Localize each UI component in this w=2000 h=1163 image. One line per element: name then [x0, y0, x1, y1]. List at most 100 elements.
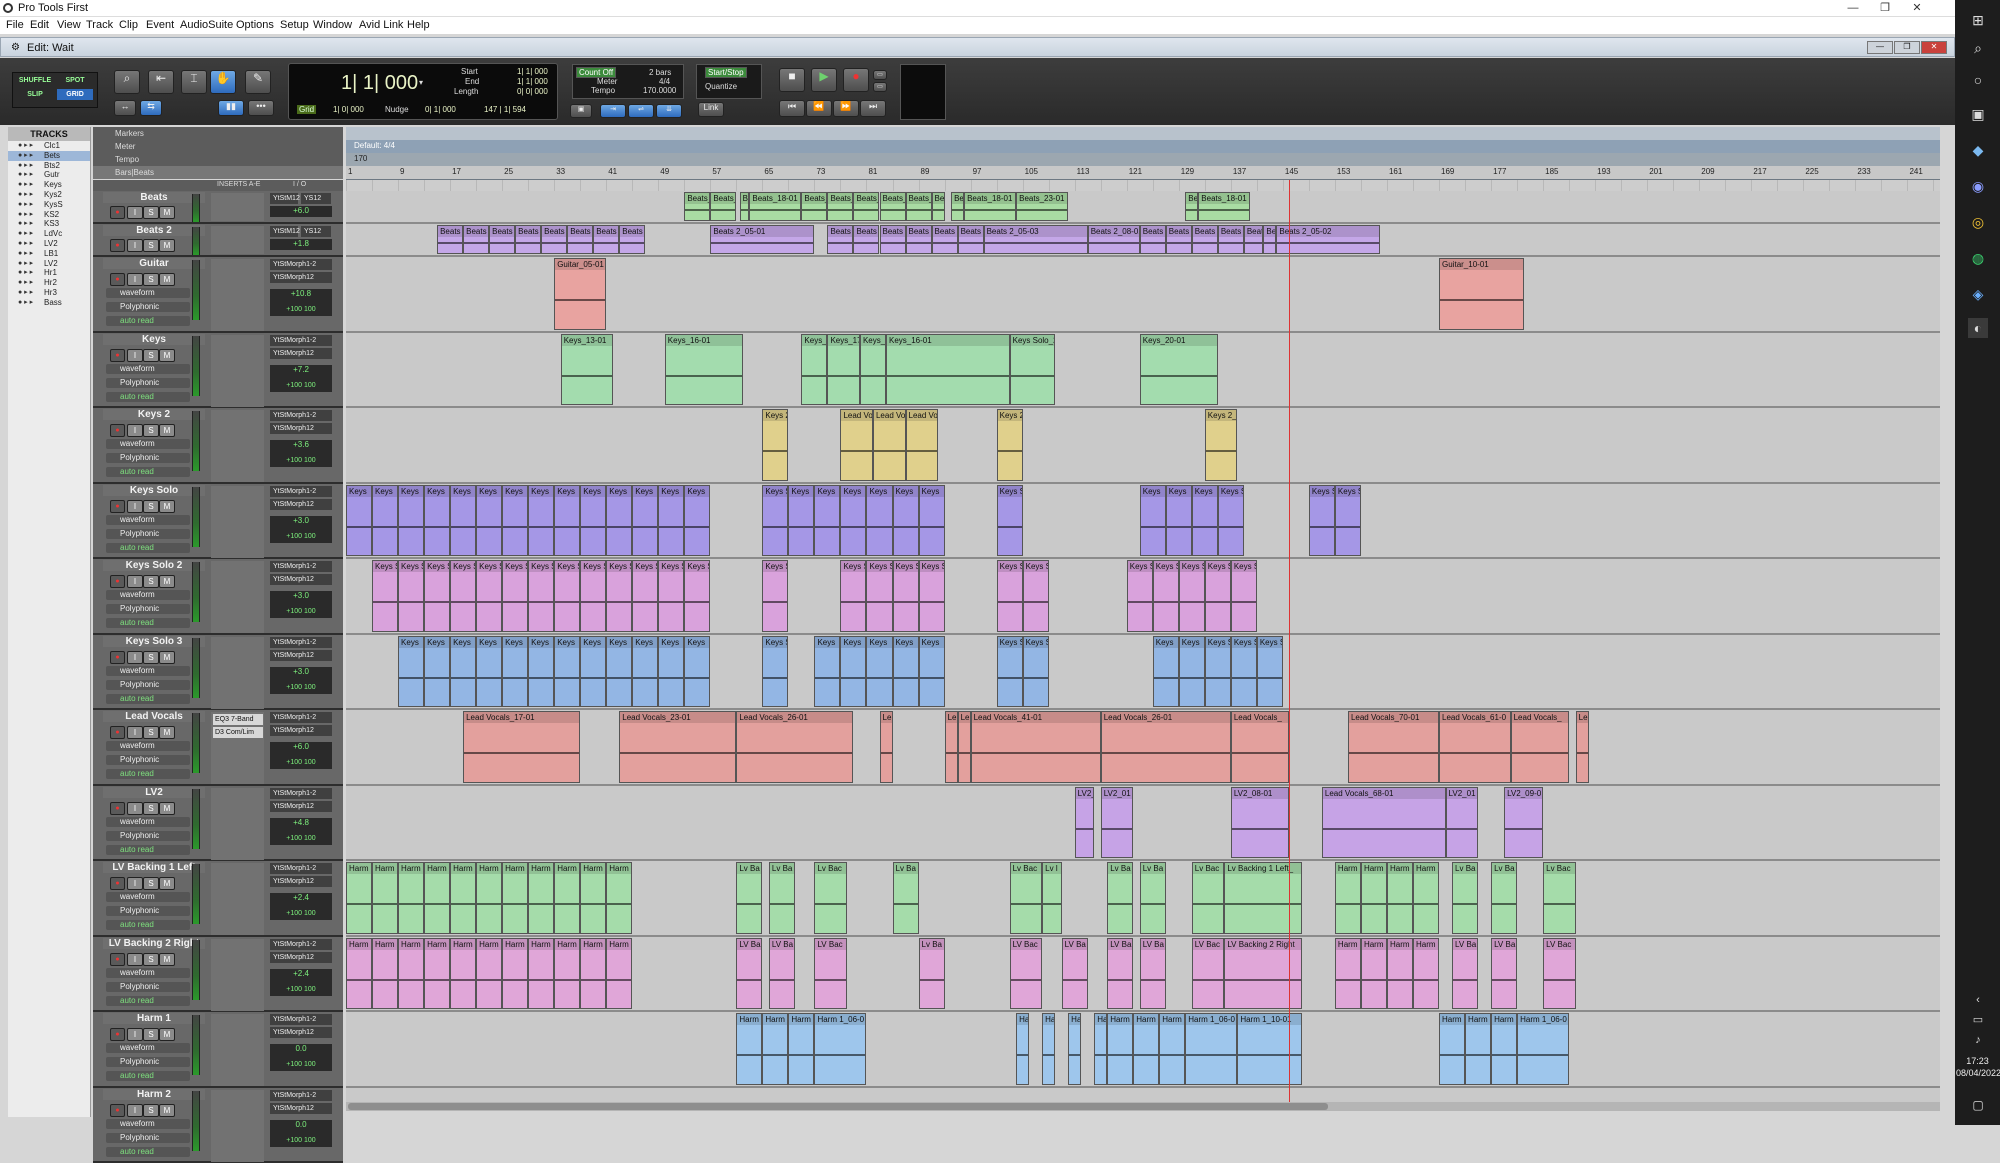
clip[interactable]: Harm	[1361, 862, 1387, 934]
track-list-toggle-icon[interactable]: ● ▸ ▸	[18, 229, 33, 239]
input-selector[interactable]: YtStMorph1-2	[270, 1090, 332, 1101]
clip[interactable]: Keys	[658, 636, 684, 708]
clip[interactable]: Keys	[476, 636, 502, 708]
voice-selector[interactable]: Polyphonic	[106, 529, 190, 539]
grid-mode-button[interactable]: GRID	[57, 89, 93, 100]
restore-button[interactable]: ❐	[1870, 0, 1900, 16]
clip[interactable]: Harm	[1335, 862, 1361, 934]
avid-link-icon[interactable]: ◈	[1968, 284, 1988, 304]
clip[interactable]: Keys	[554, 636, 580, 708]
output-selector[interactable]: YS12	[301, 226, 331, 237]
pan-readout[interactable]: +100 100	[270, 834, 332, 845]
record-enable-button[interactable]: ●	[110, 273, 125, 286]
inserts-slot[interactable]	[211, 1090, 264, 1162]
clip[interactable]: Keys Solo 2	[580, 560, 606, 632]
clip[interactable]: Lv Ba	[1140, 862, 1166, 934]
quantize-label[interactable]: Quantize	[705, 82, 737, 91]
clip[interactable]: Keys Solo 2	[684, 560, 710, 632]
zoom-preset-icon[interactable]: ▮▮	[218, 100, 244, 116]
input-monitor-button[interactable]: I	[127, 273, 143, 286]
solo-button[interactable]: S	[143, 802, 159, 815]
clip[interactable]: Lv Bac	[1543, 862, 1576, 934]
clip[interactable]: Lead Vocals_61-0	[1439, 711, 1511, 783]
clip[interactable]: Keys Solo 2	[424, 560, 450, 632]
solo-button[interactable]: S	[143, 651, 159, 664]
clip[interactable]: Harm	[606, 938, 632, 1010]
clip[interactable]: Lead Vocals	[840, 409, 873, 481]
tempo-marker[interactable]: 170	[354, 154, 367, 163]
automation-mode-selector[interactable]: auto read	[106, 920, 190, 930]
solo-button[interactable]: S	[143, 877, 159, 890]
track-name[interactable]: LV Backing 2 Right	[103, 938, 205, 949]
clip[interactable]: Harm	[450, 862, 476, 934]
clip[interactable]: Keys Solo 3_2	[1023, 636, 1049, 708]
view-toggle-icon[interactable]: ▣	[570, 104, 592, 118]
track-list-item[interactable]: ● ▸ ▸Hr2	[8, 278, 90, 288]
clip[interactable]: Harm	[424, 938, 450, 1010]
solo-button[interactable]: S	[143, 1028, 159, 1041]
automation-mode-selector[interactable]: auto read	[106, 1071, 190, 1081]
clip[interactable]: Beats_14-01	[710, 192, 736, 221]
track-list-item[interactable]: ● ▸ ▸Clc1	[8, 141, 90, 151]
record-enable-button[interactable]: ●	[110, 1028, 125, 1041]
stop-button[interactable]: ■	[779, 68, 805, 92]
input-selector[interactable]: YtStMorph1-2	[270, 410, 332, 421]
input-monitor-button[interactable]: I	[127, 877, 143, 890]
track-header[interactable]: Beats 2●ISMYtStM12YS12+1.8	[93, 224, 343, 257]
clip[interactable]: Keys Solo 2	[398, 560, 424, 632]
clip[interactable]: Harm	[1465, 1013, 1491, 1085]
clip[interactable]: Beats_20-01	[932, 192, 945, 221]
clip[interactable]: Bea	[1263, 225, 1276, 254]
track-list-item[interactable]: ● ▸ ▸LV2	[8, 239, 90, 249]
track-name[interactable]: Keys Solo 3	[103, 636, 205, 647]
trim-tool-icon[interactable]: ⇤	[148, 70, 174, 94]
clip[interactable]: LV2_01	[1101, 787, 1134, 859]
go-to-end-icon[interactable]: ⏭	[860, 100, 886, 117]
track-lane[interactable]: HarmHarmHarmHarmHarmHarmHarmHarmHarmHarm…	[346, 937, 1940, 1013]
pro-tools-taskbar-icon[interactable]: ◐	[1968, 318, 1988, 338]
mute-button[interactable]: M	[159, 877, 175, 890]
selector-tool-icon[interactable]: ⌶	[181, 70, 207, 94]
output-selector[interactable]: YtStMorph12	[270, 650, 332, 661]
input-selector[interactable]: YtStMorph1-2	[270, 259, 332, 270]
automation-mode-selector[interactable]: auto read	[106, 316, 190, 326]
input-monitor-button[interactable]: I	[127, 500, 143, 513]
clip[interactable]: Keys	[814, 485, 840, 557]
track-list-toggle-icon[interactable]: ● ▸ ▸	[18, 210, 33, 220]
clip[interactable]: Beats	[958, 225, 984, 254]
clip[interactable]: Keys_17-01	[801, 334, 827, 406]
record-enable-button[interactable]: ●	[110, 651, 125, 664]
clip[interactable]: Keys Solo 2	[606, 560, 632, 632]
clip[interactable]: Beats_20-01	[906, 192, 932, 221]
input-selector[interactable]: YtStM12	[270, 226, 298, 237]
inserts-slot[interactable]	[211, 226, 264, 254]
clip[interactable]: Harm	[1491, 1013, 1517, 1085]
edit-maximize-button[interactable]: ❐	[1894, 41, 1920, 54]
inserts-slot[interactable]	[211, 561, 264, 633]
track-list-toggle-icon[interactable]: ● ▸ ▸	[18, 219, 33, 229]
clip[interactable]: Keys Solo 2	[1153, 560, 1179, 632]
automation-mode-selector[interactable]: auto read	[106, 467, 190, 477]
play-button[interactable]: ▶	[811, 68, 837, 92]
menu-item-event[interactable]: Event	[146, 19, 174, 31]
clip[interactable]: Le	[1576, 711, 1589, 783]
clip[interactable]: Beats 2_05-02	[1276, 225, 1380, 254]
markers-ruler-label[interactable]: Markers	[93, 127, 343, 140]
solo-button[interactable]: S	[143, 239, 159, 252]
track-view-selector[interactable]: waveform	[106, 968, 190, 978]
clip[interactable]: LV Bac	[1543, 938, 1576, 1010]
clip[interactable]: Keys Solo_29-01	[1010, 334, 1056, 406]
clip[interactable]: Lead Vocals_26-01	[736, 711, 853, 783]
track-list-item[interactable]: ● ▸ ▸KysS	[8, 200, 90, 210]
clip[interactable]: Lead Vocals	[873, 409, 906, 481]
pencil-tool-icon[interactable]: ✎	[245, 70, 271, 94]
zoom-in-icon[interactable]: ⇆	[140, 100, 162, 116]
menu-item-edit[interactable]: Edit	[30, 19, 49, 31]
menu-item-file[interactable]: File	[6, 19, 24, 31]
slip-mode-button[interactable]: SLIP	[17, 91, 53, 98]
clip[interactable]: LV2_01	[1446, 787, 1479, 859]
track-view-selector[interactable]: waveform	[106, 439, 190, 449]
input-monitor-button[interactable]: I	[127, 802, 143, 815]
clip[interactable]: Keys	[840, 636, 866, 708]
clip[interactable]: Lv Ba	[736, 862, 762, 934]
